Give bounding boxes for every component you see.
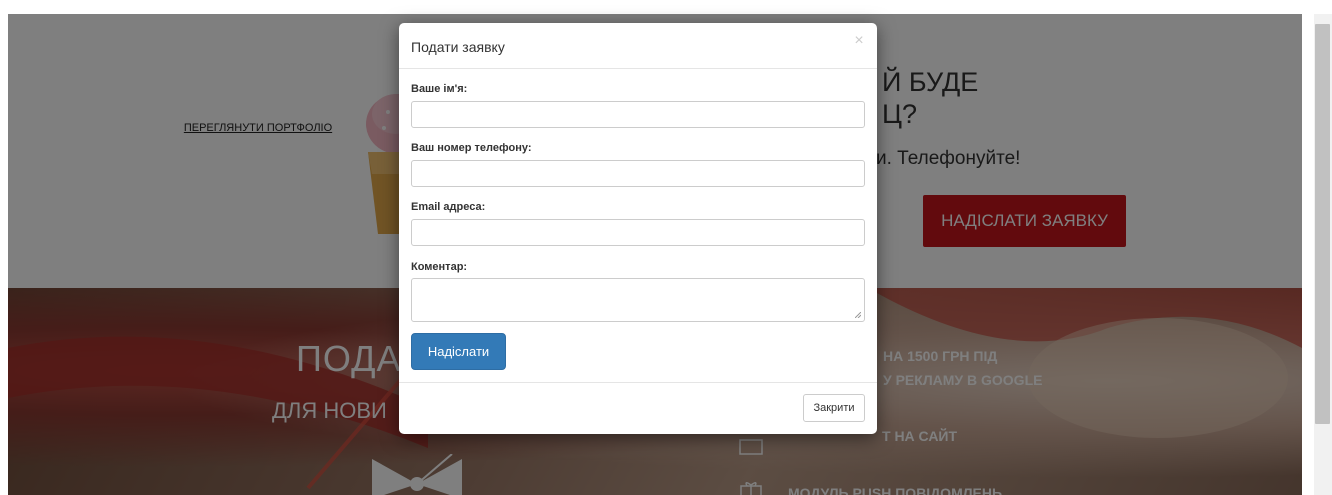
name-input[interactable] xyxy=(411,101,865,128)
comment-textarea[interactable] xyxy=(411,278,865,322)
phone-label: Ваш номер телефону: xyxy=(411,142,532,154)
email-input[interactable] xyxy=(411,219,865,246)
close-icon[interactable]: × xyxy=(851,33,867,49)
name-label: Ваше ім'я: xyxy=(411,83,468,95)
comment-label: Коментар: xyxy=(411,261,468,273)
request-modal: Подати заявку × Ваше ім'я: Ваш номер тел… xyxy=(399,23,877,434)
close-button[interactable]: Закрити xyxy=(803,394,865,422)
modal-title: Подати заявку xyxy=(411,39,505,55)
phone-input[interactable] xyxy=(411,160,865,187)
email-label: Email адреса: xyxy=(411,201,486,213)
scrollbar-thumb[interactable] xyxy=(1315,24,1330,424)
resize-grip-icon[interactable] xyxy=(855,312,861,318)
modal-header: Подати заявку × xyxy=(399,23,877,69)
modal-footer: Закрити xyxy=(399,382,877,434)
submit-button[interactable]: Надіслати xyxy=(411,333,506,370)
